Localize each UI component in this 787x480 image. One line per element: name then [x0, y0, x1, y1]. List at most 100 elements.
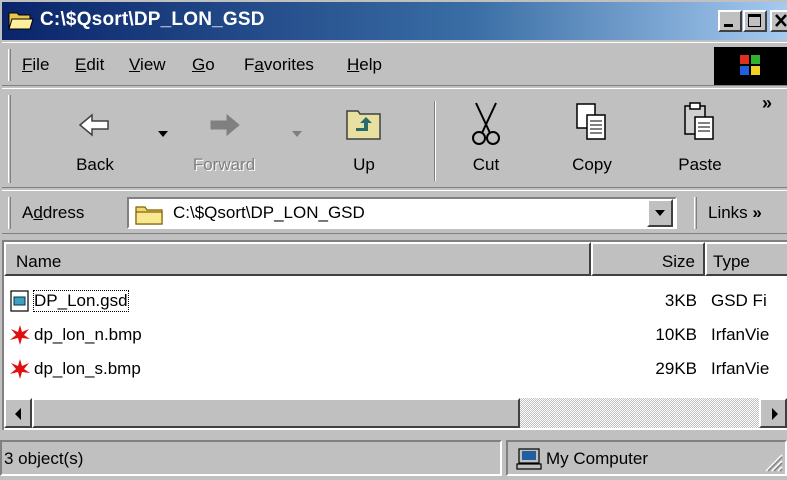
paste-button[interactable]: Paste	[662, 89, 738, 189]
toolbar-overflow-chevron[interactable]: »	[756, 89, 786, 129]
menu-go-mnemonic: G	[192, 55, 206, 74]
maximize-button[interactable]	[743, 10, 767, 32]
forward-label: Forward	[192, 155, 256, 174]
title-bar[interactable]: C:\$Qsort\DP_LON_GSD	[2, 2, 787, 40]
file-name: DP_Lon.gsd	[33, 290, 129, 312]
menu-go-label: o	[205, 55, 215, 74]
back-label: Back	[76, 155, 114, 174]
folder-open-icon	[8, 12, 34, 30]
irfanview-bmp-icon	[10, 359, 30, 379]
menu-view-mnemonic: V	[129, 55, 141, 74]
links-label: Links	[708, 203, 748, 222]
dropdown-arrow-icon	[158, 131, 168, 137]
forward-button: Forward	[178, 89, 270, 189]
scroll-thumb[interactable]	[32, 398, 520, 428]
list-item[interactable]: dp_lon_s.bmp 29KB IrfanVie	[4, 354, 787, 386]
file-type: IrfanVie	[711, 359, 770, 378]
status-pane-objects: 3 object(s)	[0, 440, 502, 476]
links-button[interactable]: Links »	[708, 203, 762, 223]
menu-favorites-prefix: F	[244, 55, 255, 74]
column-header-size[interactable]: Size	[591, 242, 705, 276]
file-size: 10KB	[655, 325, 697, 344]
address-label-prefix: A	[22, 203, 34, 222]
menu-edit[interactable]: Edit	[75, 55, 104, 75]
paste-icon	[684, 102, 714, 140]
scroll-right-button[interactable]	[759, 398, 787, 428]
copy-label: Copy	[572, 155, 612, 174]
menu-help-mnemonic: H	[347, 55, 360, 74]
standard-toolbar: Back Forward Up Cut Copy Paste »	[2, 88, 787, 188]
copy-icon	[576, 103, 606, 140]
file-type: IrfanVie	[711, 325, 770, 344]
my-computer-icon	[516, 448, 542, 470]
window-title: C:\$Qsort\DP_LON_GSD	[40, 9, 265, 30]
column-header-name[interactable]: Name	[4, 242, 591, 276]
menu-file[interactable]: File	[22, 55, 49, 75]
back-dropdown-button[interactable]	[152, 89, 174, 189]
menu-grip[interactable]	[8, 49, 11, 81]
minimize-button[interactable]	[718, 10, 742, 32]
close-button[interactable]	[770, 10, 787, 32]
menu-edit-label: dit	[86, 55, 105, 74]
toolbar-grip[interactable]	[8, 95, 11, 183]
scroll-left-button[interactable]	[4, 398, 32, 428]
file-size: 3KB	[664, 291, 697, 310]
menu-help-label: elp	[359, 55, 382, 74]
arrow-left-icon	[15, 408, 21, 420]
menu-view[interactable]: View	[129, 55, 166, 75]
forward-arrow-icon	[210, 113, 240, 137]
links-grip[interactable]	[694, 197, 697, 229]
menu-favorites-mnemonic: a	[254, 55, 264, 74]
toolbar-chevron-glyph: »	[762, 93, 773, 113]
up-label: Up	[353, 155, 375, 174]
resize-grip-icon[interactable]	[761, 450, 783, 472]
menu-edit-mnemonic: E	[75, 55, 87, 74]
file-type: GSD Fi	[711, 291, 767, 310]
column-header-type[interactable]: Type	[705, 242, 787, 276]
cut-label: Cut	[472, 155, 500, 174]
address-grip[interactable]	[8, 197, 11, 229]
links-chevron: »	[752, 203, 762, 222]
address-label: Address	[22, 203, 84, 223]
irfanview-bmp-icon	[10, 325, 30, 345]
arrow-right-icon	[772, 408, 778, 420]
list-item[interactable]: DP_Lon.gsd 3KB GSD Fi	[4, 286, 787, 318]
explorer-window: C:\$Qsort\DP_LON_GSD File Edit View Go F…	[0, 0, 787, 480]
windows-logo-throbber	[714, 47, 787, 85]
forward-dropdown-button	[286, 89, 308, 189]
address-input[interactable]: C:\$Qsort\DP_LON_GSD	[127, 197, 677, 229]
menu-bar: File Edit View Go Favorites Help	[2, 42, 787, 86]
up-button[interactable]: Up	[324, 89, 404, 189]
list-header: Name Size Type	[4, 242, 787, 276]
menu-favorites[interactable]: Favorites	[244, 55, 314, 75]
address-value: C:\$Qsort\DP_LON_GSD	[173, 203, 365, 222]
zone-label: My Computer	[546, 449, 649, 468]
menu-help[interactable]: Help	[347, 55, 382, 75]
back-button[interactable]: Back	[54, 89, 136, 189]
windows-flag-icon	[740, 55, 760, 75]
menu-go[interactable]: Go	[192, 55, 215, 75]
menu-view-label: iew	[140, 55, 166, 74]
cut-button[interactable]: Cut	[450, 89, 522, 189]
copy-button[interactable]: Copy	[552, 89, 632, 189]
status-pane-zone: My Computer	[506, 440, 787, 476]
horizontal-scrollbar[interactable]	[4, 398, 787, 428]
list-item[interactable]: dp_lon_n.bmp 10KB IrfanVie	[4, 320, 787, 352]
address-label-mnemonic: d	[33, 203, 43, 222]
dropdown-arrow-icon	[655, 210, 665, 216]
maximize-icon	[748, 14, 761, 27]
file-name: dp_lon_s.bmp	[34, 359, 141, 378]
folder-icon	[135, 206, 163, 225]
address-bar: Address C:\$Qsort\DP_LON_GSD Links »	[2, 190, 787, 234]
dropdown-arrow-icon	[292, 131, 302, 137]
minimize-icon	[724, 24, 733, 27]
back-arrow-icon	[78, 113, 109, 137]
file-size: 29KB	[655, 359, 697, 378]
address-dropdown-button[interactable]	[647, 199, 673, 227]
menu-favorites-label: vorites	[263, 55, 314, 74]
address-label-rest: dress	[42, 203, 85, 222]
close-icon	[775, 14, 787, 27]
folder-up-icon	[346, 110, 381, 140]
gsd-file-icon	[10, 290, 29, 312]
toolbar-separator	[434, 101, 436, 181]
